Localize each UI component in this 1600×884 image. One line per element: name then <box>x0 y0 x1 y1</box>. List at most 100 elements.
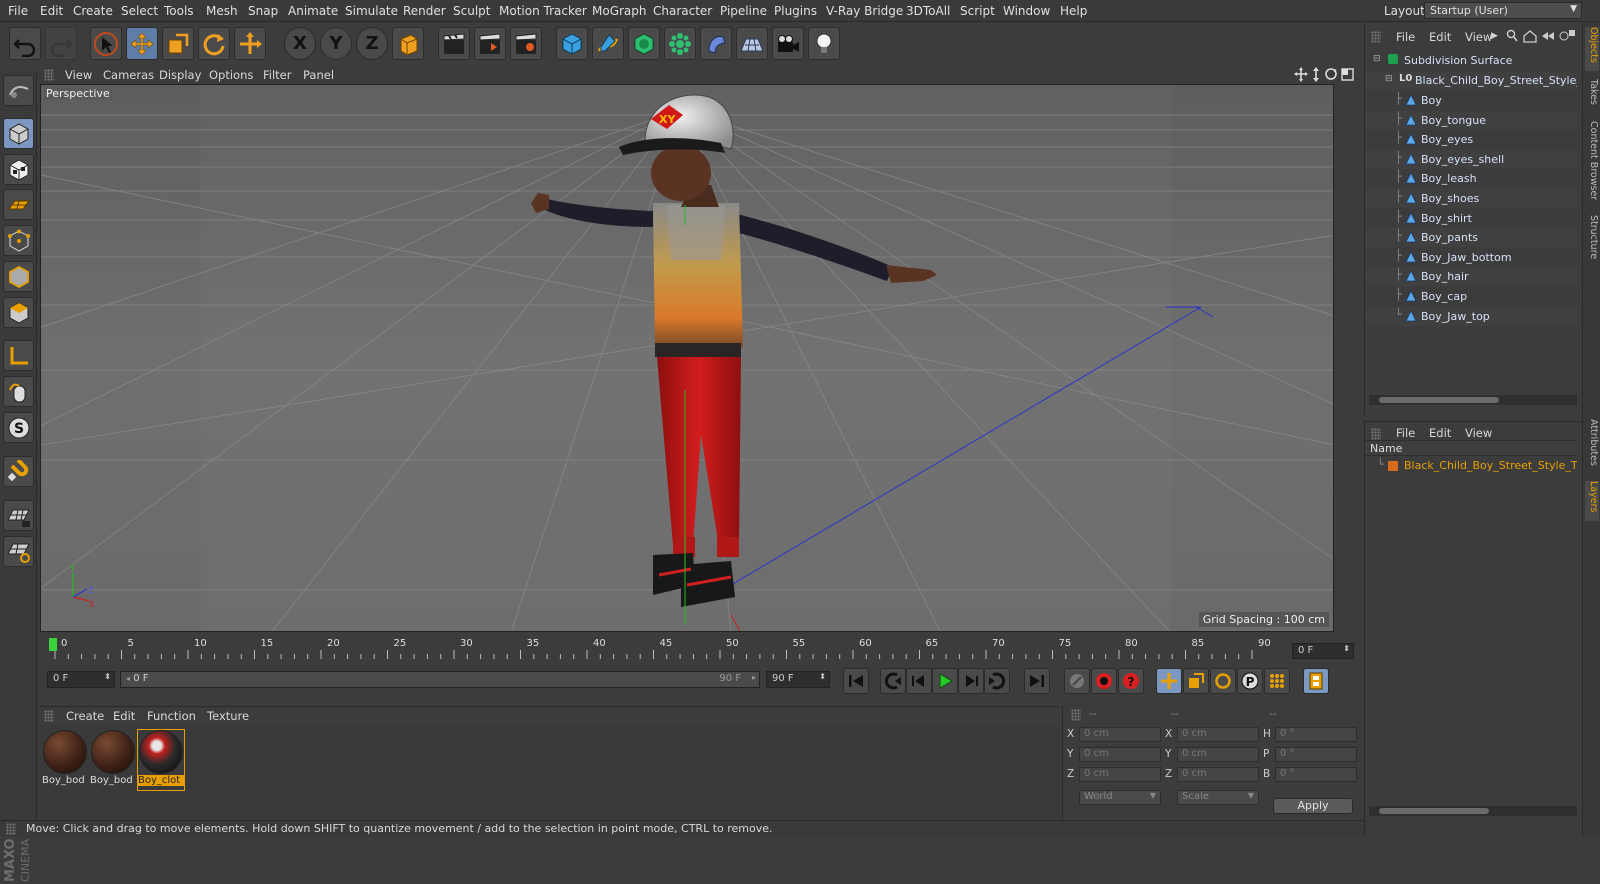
object-row-child[interactable]: ├ Boy_shirt <box>1365 209 1577 228</box>
light-object-button[interactable] <box>808 27 840 60</box>
object-manager-tool-icons[interactable] <box>1506 29 1576 43</box>
object-row-group[interactable]: ⊟ L0 Black_Child_Boy_Street_Style_T_P <box>1365 71 1577 90</box>
z-axis-lock-button[interactable]: Z <box>356 27 388 60</box>
menu-vray-bridge[interactable]: V-Ray Bridge <box>826 4 903 18</box>
tab-attributes[interactable]: Attributes <box>1585 419 1599 475</box>
material-menu-texture[interactable]: Texture <box>207 709 249 723</box>
solo-mode-button[interactable]: S <box>3 412 34 443</box>
go-to-end-button[interactable] <box>1024 668 1050 694</box>
polygons-mode-button[interactable] <box>3 297 34 328</box>
viewport-menu-cameras[interactable]: Cameras <box>103 68 154 82</box>
apply-button[interactable]: Apply <box>1273 798 1353 814</box>
object-menu-file[interactable]: File <box>1396 30 1415 44</box>
pos-z-field[interactable]: 0 cm <box>1079 767 1161 782</box>
menu-help[interactable]: Help <box>1060 4 1087 18</box>
rot-b-field[interactable]: 0 ° <box>1275 767 1357 782</box>
x-axis-lock-button[interactable]: X <box>284 27 316 60</box>
object-menu-edit[interactable]: Edit <box>1429 30 1451 44</box>
menu-simulate[interactable]: Simulate <box>345 4 398 18</box>
material-menu-create[interactable]: Create <box>66 709 104 723</box>
redo-button[interactable] <box>45 27 77 60</box>
menu-file[interactable]: File <box>8 4 28 18</box>
texture-mode-button[interactable] <box>3 154 34 185</box>
floor-object-button[interactable] <box>736 27 768 60</box>
deformer-button[interactable] <box>700 27 732 60</box>
object-row-child[interactable]: ├ Boy_leash <box>1365 169 1577 188</box>
planar-workplane-button[interactable] <box>3 536 34 567</box>
snapping-button[interactable] <box>3 456 34 487</box>
material-menu-function[interactable]: Function <box>147 709 196 723</box>
key-pla-button[interactable] <box>1264 668 1290 694</box>
menu-tools[interactable]: Tools <box>164 4 194 18</box>
timeline-window-button[interactable] <box>1303 668 1329 694</box>
end-frame-field[interactable]: 90 F ⬍ <box>766 671 830 688</box>
preview-range-slider[interactable]: ◂ 0 F 90 F ▸ <box>120 671 760 688</box>
menu-motion-tracker[interactable]: Motion Tracker <box>499 4 587 18</box>
layer-menu-file[interactable]: File <box>1396 426 1415 440</box>
rotate-tool-button[interactable] <box>198 27 230 60</box>
viewport-menu-options[interactable]: Options <box>209 68 253 82</box>
key-position-button[interactable] <box>1156 668 1182 694</box>
size-mode-select[interactable]: Scale ▼ <box>1177 790 1259 805</box>
scrollbar-thumb[interactable] <box>1379 397 1499 403</box>
menu-window[interactable]: Window <box>1003 4 1050 18</box>
menu-mograph[interactable]: MoGraph <box>592 4 647 18</box>
points-mode-button[interactable] <box>3 225 34 256</box>
start-frame-field[interactable]: 0 F ⬍ <box>47 671 115 688</box>
viewport-menu-display[interactable]: Display <box>159 68 201 82</box>
edges-mode-button[interactable] <box>3 261 34 292</box>
previous-key-button[interactable] <box>880 668 906 694</box>
material-swatch[interactable]: Boy_bod <box>42 730 88 790</box>
select-tool-button[interactable] <box>90 27 122 60</box>
menu-3dtoall[interactable]: 3DToAll <box>906 4 950 18</box>
render-settings-button[interactable] <box>510 27 542 60</box>
menu-render[interactable]: Render <box>403 4 446 18</box>
menu-animate[interactable]: Animate <box>288 4 338 18</box>
pos-x-field[interactable]: 0 cm <box>1079 727 1161 742</box>
viewport-menu-view[interactable]: View <box>65 68 92 82</box>
object-row-child[interactable]: ├ Boy_tongue <box>1365 110 1577 130</box>
tab-structure[interactable]: Structure <box>1585 215 1599 269</box>
go-to-start-button[interactable] <box>843 668 869 694</box>
rot-p-field[interactable]: 0 ° <box>1275 747 1357 762</box>
object-row-child[interactable]: ├ Boy_hair <box>1365 267 1577 287</box>
record-keys-button[interactable] <box>1064 668 1090 694</box>
layer-horizontal-scrollbar[interactable] <box>1369 806 1577 816</box>
layer-menu-view[interactable]: View <box>1465 426 1492 440</box>
viewport-navigation-icons[interactable] <box>1294 67 1354 82</box>
coordinate-space-select[interactable]: World ▼ <box>1079 790 1161 805</box>
rot-h-field[interactable]: 0 ° <box>1275 727 1357 742</box>
material-swatch[interactable]: Boy_bod <box>90 730 136 790</box>
object-row-child[interactable]: ├ Boy_pants <box>1365 228 1577 248</box>
size-x-field[interactable]: 0 cm <box>1177 727 1259 742</box>
tab-content-browser[interactable]: Content Browser <box>1585 121 1599 205</box>
model-mode-button[interactable] <box>3 118 34 149</box>
layout-select[interactable]: Startup (User) ▼ <box>1424 2 1582 19</box>
previous-frame-button[interactable] <box>906 668 932 694</box>
autokeying-button[interactable]: ? <box>1118 668 1144 694</box>
pos-y-field[interactable]: 0 cm <box>1079 747 1161 762</box>
scrollbar-thumb[interactable] <box>1379 808 1489 814</box>
axis-mode-button[interactable] <box>3 340 34 371</box>
menu-plugins[interactable]: Plugins <box>774 4 817 18</box>
viewport-menu-filter[interactable]: Filter <box>263 68 291 82</box>
workplane-mode-button[interactable] <box>3 189 34 220</box>
object-row-child[interactable]: ├ Boy_Jaw_bottom <box>1365 248 1577 267</box>
key-parameter-button[interactable]: P <box>1237 668 1263 694</box>
menu-mesh[interactable]: Mesh <box>206 4 238 18</box>
material-menu-edit[interactable]: Edit <box>113 709 135 723</box>
subdivision-surface-button[interactable] <box>628 27 660 60</box>
object-menu-view[interactable]: View <box>1465 30 1492 44</box>
transform-tool-button[interactable] <box>234 27 266 60</box>
lock-workplane-button[interactable] <box>3 500 34 531</box>
size-z-field[interactable]: 0 cm <box>1177 767 1259 782</box>
tab-objects[interactable]: Objects <box>1585 27 1599 71</box>
perspective-viewport[interactable]: XY Y X Z Perspective Grid Spacing : 100 … <box>40 84 1334 632</box>
menu-select[interactable]: Select <box>121 4 158 18</box>
key-rotation-button[interactable] <box>1210 668 1236 694</box>
viewport-menu-panel[interactable]: Panel <box>303 68 334 82</box>
timeline-ruler[interactable]: 0 5 10 15 20 25 30 35 40 45 50 55 60 65 70 75 80 85 90 <box>40 638 1334 660</box>
menu-pipeline[interactable]: Pipeline <box>720 4 767 18</box>
object-row-child[interactable]: ├ Boy_cap <box>1365 287 1577 306</box>
render-picture-viewer-button[interactable] <box>474 27 506 60</box>
